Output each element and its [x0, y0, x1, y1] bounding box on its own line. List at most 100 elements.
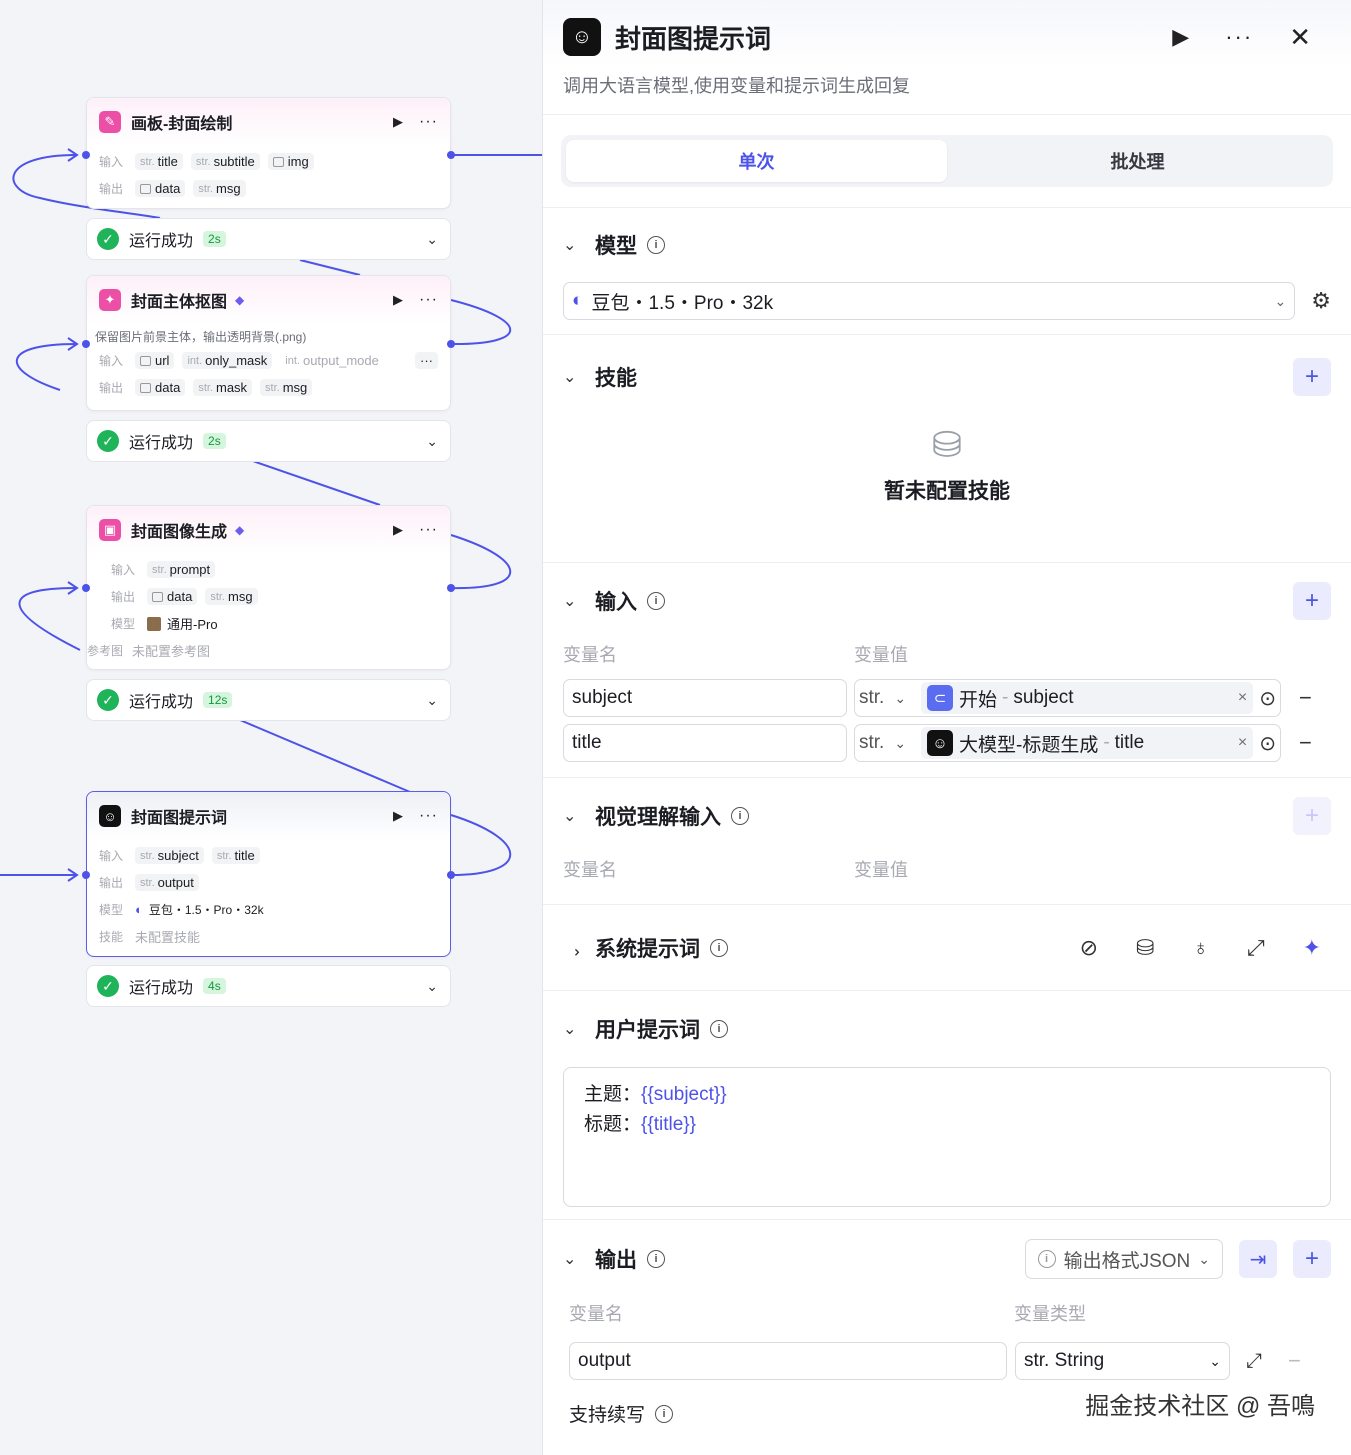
run-status[interactable]: ✓ 运行成功 4s ⌄ — [86, 965, 451, 1007]
add-visual-input-button[interactable]: + — [1293, 797, 1331, 835]
output-type-select[interactable]: str. String ⌄ — [1015, 1342, 1230, 1380]
image-icon — [140, 382, 151, 393]
clear-icon[interactable]: × — [1238, 689, 1247, 707]
node-image-gen[interactable]: ▣ 封面图像生成 ◆ ▶ ··· 输入 str. prompt 输出 data s… — [86, 505, 451, 670]
input-port[interactable] — [82, 151, 90, 159]
chevron-right-icon[interactable]: ⌄ — [564, 937, 584, 959]
info-icon[interactable]: i — [710, 939, 728, 957]
lightbulb-icon[interactable]: ♁ — [1192, 935, 1209, 961]
ref-chip[interactable]: ☺ 大模型-标题生成 - title × — [921, 727, 1254, 759]
play-icon[interactable]: ▶ — [393, 808, 403, 824]
node-canvas-draw[interactable]: ✎ 画板-封面绘制 ▶ ··· 输入 str. title str. subtitl… — [86, 97, 451, 209]
param-tag: url — [135, 352, 175, 369]
ref-label: 参考图 — [87, 644, 124, 658]
edge-loop-2 — [450, 299, 512, 346]
variable-picker-icon[interactable]: ⊙ — [1259, 731, 1276, 756]
chevron-down-icon[interactable]: ⌄ — [426, 231, 438, 248]
remove-row-button[interactable]: − — [1299, 685, 1312, 711]
workflow-canvas[interactable]: ✎ 画板-封面绘制 ▶ ··· 输入 str. title str. subtitl… — [0, 0, 542, 1455]
info-icon[interactable]: i — [655, 1404, 674, 1423]
model-select[interactable]: ◐ 豆包・1.5・Pro・32k ⌄ — [563, 282, 1296, 320]
run-status[interactable]: ✓ 运行成功 12s ⌄ — [86, 679, 451, 721]
variable-picker-icon[interactable]: ⊙ — [1259, 686, 1276, 711]
more-icon[interactable]: ··· — [419, 291, 438, 309]
image-gen-icon: ▣ — [99, 519, 121, 541]
output-format-select[interactable]: i 输出格式JSON ⌄ — [1024, 1239, 1223, 1279]
more-params-icon[interactable]: ··· — [415, 352, 438, 369]
param-name: title — [157, 154, 178, 169]
chevron-down-icon[interactable]: ⌄ — [563, 806, 585, 826]
compass-icon[interactable]: ⊘ — [1080, 935, 1098, 961]
chevron-down-icon[interactable]: ⌄ — [563, 591, 585, 611]
info-icon[interactable]: i — [710, 1020, 728, 1038]
info-icon[interactable]: i — [647, 236, 665, 254]
chevron-down-icon[interactable]: ⌄ — [563, 1019, 585, 1039]
var-value-select[interactable]: str. ⌄ ☺ 大模型-标题生成 - title × ⊙ — [854, 724, 1281, 762]
clear-icon[interactable]: × — [1238, 734, 1247, 752]
input-port[interactable] — [82, 871, 90, 879]
info-icon[interactable]: i — [647, 1250, 665, 1268]
add-output-button[interactable]: + — [1293, 1240, 1331, 1278]
node-model: 模型 通用-Pro — [99, 610, 438, 637]
run-status[interactable]: ✓ 运行成功 2s ⌄ — [86, 218, 451, 260]
output-port[interactable] — [447, 340, 455, 348]
add-input-button[interactable]: + — [1293, 582, 1331, 620]
library-icon[interactable]: ⛁ — [1136, 935, 1154, 961]
var-name-input[interactable]: subject — [563, 679, 847, 717]
ai-sparkle-icon[interactable]: ✦ — [1303, 935, 1321, 961]
remove-row-button[interactable]: − — [1299, 730, 1312, 756]
import-icon[interactable]: ⇥ — [1239, 1240, 1277, 1278]
play-icon[interactable]: ▶ — [1172, 24, 1189, 50]
type-select[interactable]: str. ⌄ — [859, 732, 921, 754]
tab-single[interactable]: 单次 — [566, 140, 947, 182]
node-inputs: 输入 str. title str. subtitle img — [99, 148, 438, 175]
more-icon[interactable]: ··· — [1225, 24, 1253, 50]
info-icon[interactable]: i — [647, 592, 665, 610]
expand-icon[interactable]: ⤢ — [1246, 1350, 1262, 1373]
add-skill-button[interactable]: + — [1293, 358, 1331, 396]
chevron-down-icon[interactable]: ⌄ — [563, 367, 585, 387]
chevron-down-icon[interactable]: ⌄ — [426, 978, 438, 995]
input-port[interactable] — [82, 584, 90, 592]
output-name-input[interactable]: output — [569, 1342, 1007, 1380]
close-icon[interactable]: ✕ — [1289, 22, 1311, 53]
image-icon — [140, 355, 151, 366]
more-icon[interactable]: ··· — [419, 807, 438, 825]
chevron-down-icon[interactable]: ⌄ — [563, 1249, 585, 1269]
start-icon: ⊂ — [927, 685, 953, 711]
panel-subtitle[interactable]: 调用大语言模型,使用变量和提示词生成回复 — [563, 72, 1331, 98]
expand-icon[interactable]: ⤢ — [1247, 935, 1265, 961]
output-port[interactable] — [447, 151, 455, 159]
chevron-down-icon[interactable]: ⌄ — [563, 235, 585, 255]
play-icon[interactable]: ▶ — [393, 114, 403, 130]
type-select[interactable]: str. ⌄ — [859, 687, 921, 709]
chevron-down-icon[interactable]: ⌄ — [426, 433, 438, 450]
tab-batch[interactable]: 批处理 — [947, 140, 1328, 182]
play-icon[interactable]: ▶ — [393, 522, 403, 538]
node-model: 模型 ◐ 豆包・1.5・Pro・32k — [99, 896, 438, 923]
run-status[interactable]: ✓ 运行成功 2s ⌄ — [86, 420, 451, 462]
chevron-down-icon[interactable]: ⌄ — [426, 692, 438, 709]
node-matting[interactable]: ✦ 封面主体抠图 ◆ ▶ ··· 保留图片前景主体，输出透明背景(.png) 输… — [86, 275, 451, 411]
node-outputs: 输出 data str. msg — [99, 175, 438, 202]
var-type: str. String — [1024, 1350, 1105, 1371]
user-prompt-editor[interactable]: 主题：{{subject}} 标题：{{title}} — [563, 1067, 1331, 1207]
panel-title[interactable]: 封面图提示词 — [615, 19, 771, 56]
ref-chip[interactable]: ⊂ 开始 - subject × — [921, 682, 1254, 714]
col-name: 变量名 — [563, 860, 617, 880]
node-cover-prompt[interactable]: ☺ 封面图提示词 ▶ ··· 输入 str. subject str. title … — [86, 791, 451, 957]
more-icon[interactable]: ··· — [419, 521, 438, 539]
output-port[interactable] — [447, 871, 455, 879]
remove-row-button[interactable]: − — [1288, 1348, 1301, 1374]
col-type: 变量类型 — [1014, 1304, 1086, 1324]
more-icon[interactable]: ··· — [419, 113, 438, 131]
var-name-input[interactable]: title — [563, 724, 847, 762]
inputs-label: 输入 — [99, 155, 124, 169]
var-value-select[interactable]: str. ⌄ ⊂ 开始 - subject × ⊙ — [854, 679, 1281, 717]
input-port[interactable] — [82, 340, 90, 348]
play-icon[interactable]: ▶ — [393, 292, 403, 308]
param-type: int. — [187, 354, 203, 367]
output-port[interactable] — [447, 584, 455, 592]
gear-icon[interactable]: ⚙ — [1311, 288, 1331, 314]
info-icon[interactable]: i — [731, 807, 749, 825]
